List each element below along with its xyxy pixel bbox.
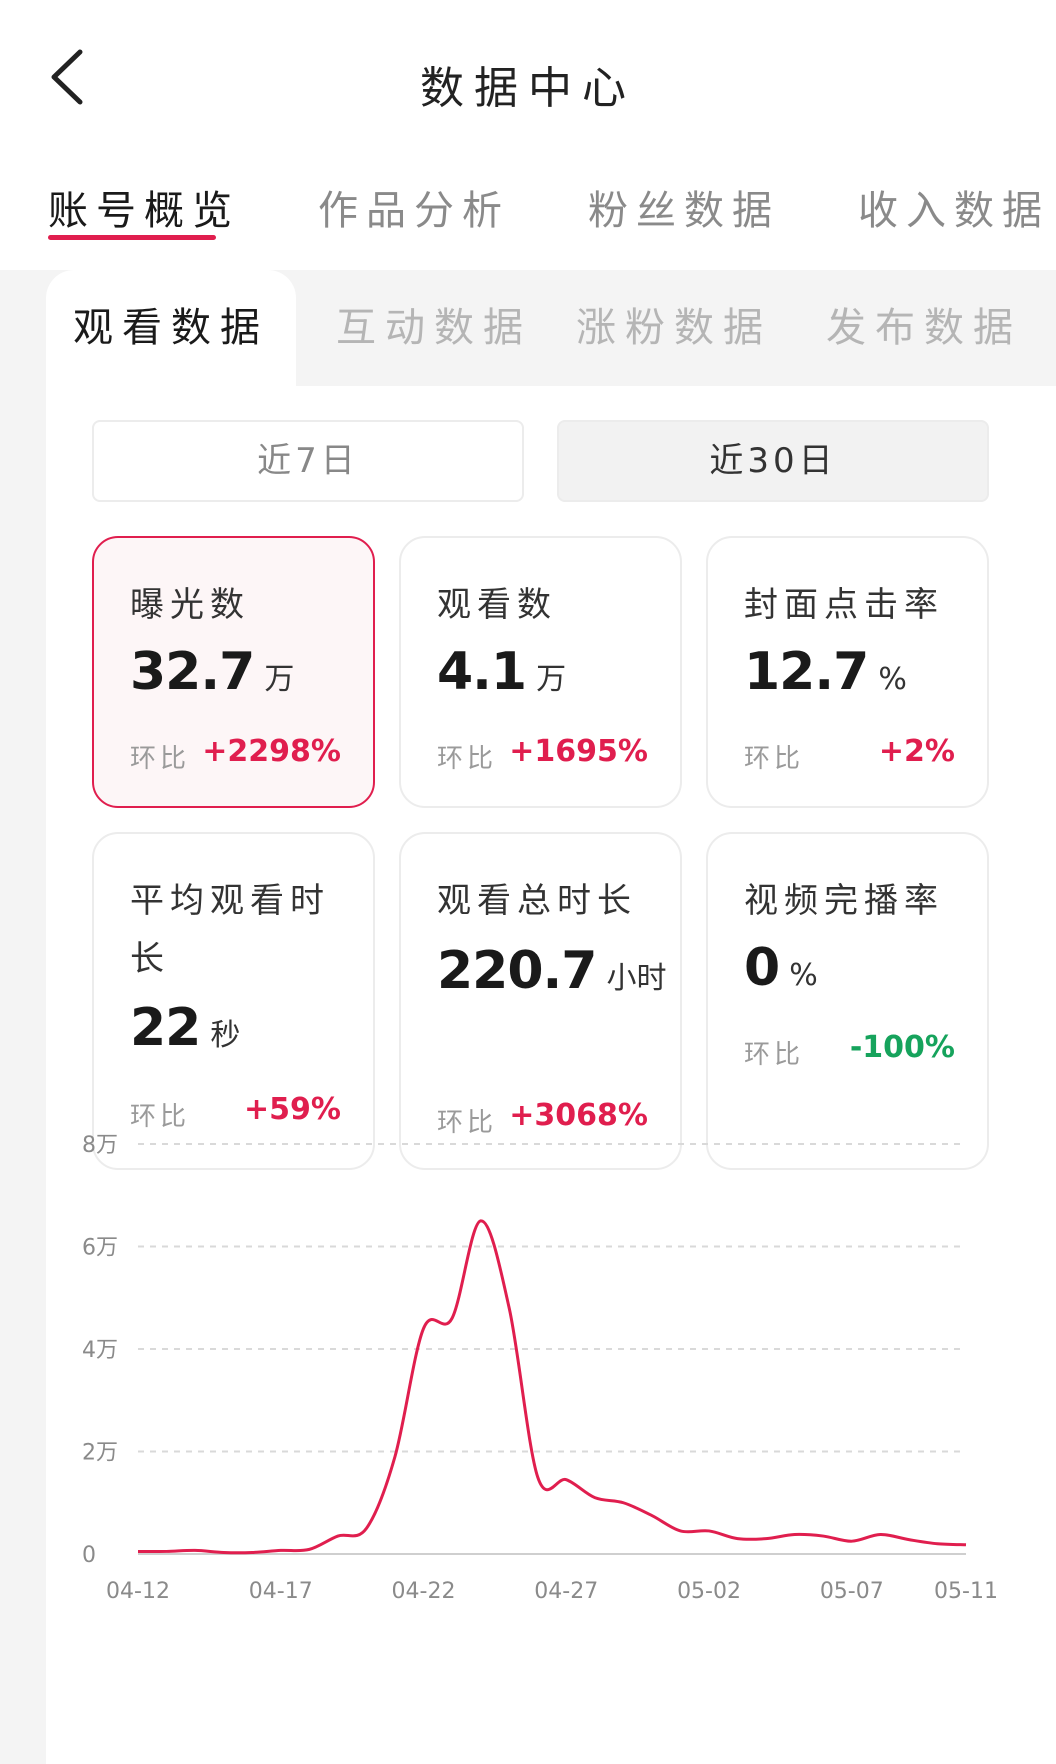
data-point-04-14[interactable]: [189, 1544, 201, 1556]
metric-change: -100%: [849, 1030, 955, 1065]
metric-value: 0%: [744, 938, 818, 998]
data-point-05-05[interactable]: [789, 1529, 801, 1541]
active-tab-indicator: [48, 235, 216, 240]
page-title: 数据中心: [420, 63, 636, 114]
data-point-04-17[interactable]: [275, 1544, 287, 1556]
tab-income-data[interactable]: 收入数据: [858, 178, 1050, 236]
metric-value: 12.7%: [744, 642, 907, 702]
overview-card: 观看数据 互动数据 涨粉数据 发布数据 近7日 近30日 曝光数 32.7 万 环…: [46, 270, 1056, 1764]
tab-fans-data[interactable]: 粉丝数据: [588, 178, 780, 236]
metric-change: +2298%: [202, 734, 341, 769]
metric-compare-label: 环比: [744, 1040, 805, 1070]
data-point-05-06[interactable]: [817, 1530, 829, 1542]
metric-compare-label: 环比: [437, 744, 498, 774]
metric-compare-label: 环比: [744, 744, 805, 774]
data-point-04-21[interactable]: [389, 1451, 401, 1463]
metric-unit: %: [789, 958, 818, 993]
y-tick-label: 0: [82, 1543, 96, 1568]
subtab-publish-data[interactable]: 发布数据: [826, 270, 1022, 386]
data-point-04-29[interactable]: [617, 1497, 629, 1509]
data-point-04-27[interactable]: [560, 1474, 572, 1486]
metric-label: 观看数: [437, 585, 557, 625]
metric-value: 220.7 小时: [437, 941, 667, 1001]
x-tick-label: 04-22: [392, 1579, 456, 1604]
metric-label: 观看总时长: [437, 881, 637, 921]
data-point-04-19[interactable]: [332, 1530, 344, 1542]
data-point-04-13[interactable]: [161, 1545, 173, 1557]
x-tick-label: 05-11: [934, 1579, 998, 1604]
metric-label: 平均观看时长: [130, 881, 330, 979]
metric-change: +2%: [878, 734, 955, 769]
x-tick-label: 04-17: [249, 1579, 313, 1604]
data-point-05-08[interactable]: [874, 1529, 886, 1541]
data-point-05-04[interactable]: [760, 1533, 772, 1545]
data-point-04-26[interactable]: [532, 1471, 544, 1483]
metric-card-cover-ctr[interactable]: 封面点击率 12.7% 环比 +2%: [706, 536, 989, 808]
top-bar: 数据中心 账号概览 作品分析 粉丝数据 收入数据: [0, 0, 1056, 270]
x-tick-label: 04-27: [534, 1579, 598, 1604]
metric-value: 22 秒: [130, 998, 241, 1058]
data-point-04-16[interactable]: [246, 1546, 258, 1558]
trend-chart: 0 2万 4万 6万 8万 04-12 04-17 04-22 04-27 05-02 05-07 0…: [46, 1086, 1056, 1726]
metric-unit: 小时: [606, 961, 667, 996]
data-point-05-01[interactable]: [674, 1525, 686, 1537]
data-point-04-23[interactable]: [446, 1312, 458, 1324]
y-tick-label: 8万: [82, 1133, 118, 1158]
data-point-04-24[interactable]: [475, 1215, 487, 1227]
metric-value: 4.1 万: [437, 642, 567, 702]
data-point-04-22[interactable]: [418, 1323, 430, 1335]
data-point-04-12[interactable]: [132, 1545, 144, 1557]
subtab-fans-growth-data[interactable]: 涨粉数据: [576, 270, 772, 386]
range-7-days-button[interactable]: 近7日: [92, 420, 524, 502]
main-tab-bar: 账号概览 作品分析 粉丝数据 收入数据: [0, 178, 1056, 248]
metric-unit: 秒: [210, 1018, 241, 1053]
tab-account-overview[interactable]: 账号概览: [48, 178, 240, 236]
y-tick-label: 6万: [82, 1236, 118, 1261]
metric-unit: 万: [264, 662, 295, 697]
sub-tab-bar: 观看数据 互动数据 涨粉数据 发布数据: [46, 270, 1056, 386]
metric-label: 曝光数: [130, 585, 250, 625]
trend-chart-svg: 0 2万 4万 6万 8万 04-12 04-17 04-22 04-27 05-02 05-07 0…: [82, 1133, 998, 1604]
metric-label: 视频完播率: [744, 881, 944, 921]
metric-unit: %: [878, 662, 907, 697]
y-tick-label: 4万: [82, 1338, 118, 1363]
x-tick-label: 05-02: [677, 1579, 741, 1604]
data-point-05-07[interactable]: [846, 1535, 858, 1547]
tab-content-analysis[interactable]: 作品分析: [318, 178, 510, 236]
data-point-05-11[interactable]: [960, 1539, 972, 1551]
data-point-04-28[interactable]: [589, 1492, 601, 1504]
metric-value: 32.7 万: [130, 642, 295, 702]
data-point-05-09[interactable]: [903, 1534, 915, 1546]
metric-change: +1695%: [509, 734, 648, 769]
subtab-interaction-data[interactable]: 互动数据: [336, 270, 532, 386]
metric-label: 封面点击率: [744, 585, 944, 625]
x-tick-label: 04-12: [106, 1579, 170, 1604]
metric-unit: 万: [536, 662, 567, 697]
metric-compare-label: 环比: [130, 744, 191, 774]
y-tick-label: 2万: [82, 1441, 118, 1466]
metric-card-exposure[interactable]: 曝光数 32.7 万 环比 +2298%: [92, 536, 375, 808]
data-point-04-30[interactable]: [646, 1510, 658, 1522]
metric-card-views[interactable]: 观看数 4.1 万 环比 +1695%: [399, 536, 682, 808]
views-series-line: [137, 1219, 967, 1555]
data-point-05-10[interactable]: [931, 1538, 943, 1550]
data-point-05-02[interactable]: [703, 1525, 715, 1537]
data-point-04-15[interactable]: [218, 1546, 230, 1558]
x-tick-label: 05-07: [820, 1579, 884, 1604]
data-point-04-25[interactable]: [503, 1302, 515, 1314]
data-point-05-03[interactable]: [732, 1533, 744, 1545]
data-point-04-20[interactable]: [360, 1522, 372, 1534]
range-30-days-button[interactable]: 近30日: [557, 420, 989, 502]
data-point-04-18[interactable]: [303, 1543, 315, 1555]
subtab-watch-data[interactable]: 观看数据: [46, 270, 296, 386]
